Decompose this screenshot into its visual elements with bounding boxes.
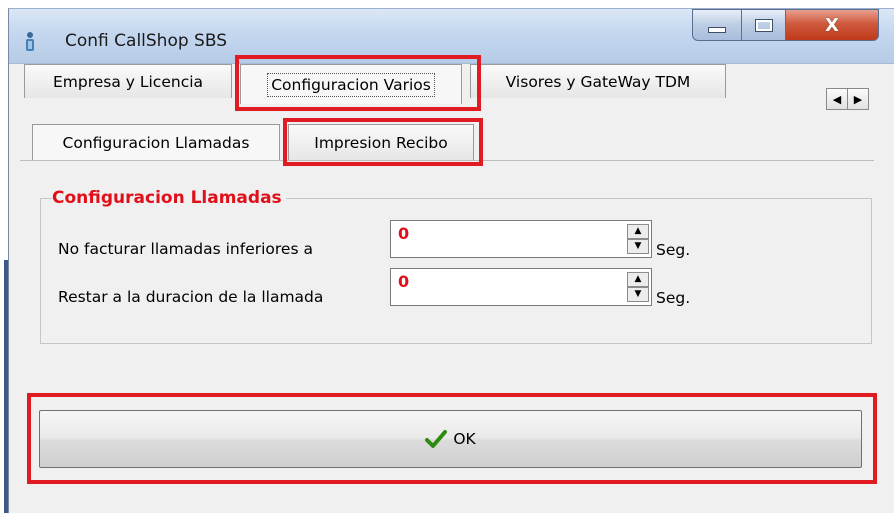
arrow-right-icon: ▶ [853,92,863,106]
background-edge [0,0,8,513]
tab-label: Empresa y Licencia [52,72,204,91]
unit-label: Seg. [656,289,691,307]
tab-label: Configuracion Llamadas [62,133,250,152]
ok-button[interactable]: OK [39,410,862,468]
spinner-up-button[interactable]: ▲ [627,272,649,287]
spinner-value[interactable]: 0 [398,224,409,243]
window-title: Confi CallShop SBS [65,31,227,51]
tab-scroll-left-button[interactable]: ◀ [826,88,848,110]
field-label-no-facturar: No facturar llamadas inferiores a [58,240,313,258]
group-title: Configuracion Llamadas [52,188,286,208]
arrow-down-icon: ▼ [634,289,642,299]
tab-empresa-y-licencia[interactable]: Empresa y Licencia [24,64,232,98]
checkmark-icon [425,430,448,448]
field-label-restar-duracion: Restar a la duracion de la llamada [58,288,324,306]
spinner-down-button[interactable]: ▼ [627,239,649,254]
app-icon [26,32,34,51]
minimize-icon [708,27,726,33]
arrow-left-icon: ◀ [832,92,842,106]
tab-panel-border [20,160,874,161]
maximize-icon [754,18,773,32]
tab-configuracion-varios[interactable]: Configuracion Varios [240,64,462,104]
ok-label: OK [453,430,476,448]
maximize-button[interactable] [741,9,786,41]
tab-label: Configuracion Varios [267,72,435,97]
close-button[interactable]: X [785,9,879,41]
tab-scroll-right-button[interactable]: ▶ [847,88,869,110]
arrow-up-icon: ▲ [634,274,642,284]
close-icon: X [825,14,839,36]
no-facturar-spinner[interactable]: 0 ▲ ▼ [390,220,652,258]
arrow-down-icon: ▼ [634,241,642,251]
restar-duracion-spinner[interactable]: 0 ▲ ▼ [390,268,652,306]
spinner-buttons: ▲ ▼ [627,224,649,254]
unit-label: Seg. [656,241,691,259]
tab-label: Impresion Recibo [314,133,448,152]
spinner-up-button[interactable]: ▲ [627,224,649,239]
spinner-down-button[interactable]: ▼ [627,287,649,302]
tab-label: Visores y GateWay TDM [505,72,691,91]
minimize-button[interactable] [692,9,742,41]
arrow-up-icon: ▲ [634,226,642,236]
title-bar: Confi CallShop SBS X [9,9,894,64]
tab-visores-y-gateway-tdm[interactable]: Visores y GateWay TDM [470,64,726,98]
tab-configuracion-llamadas[interactable]: Configuracion Llamadas [32,124,280,160]
spinner-value[interactable]: 0 [398,272,409,291]
tab-impresion-recibo[interactable]: Impresion Recibo [288,124,474,160]
spinner-buttons: ▲ ▼ [627,272,649,302]
